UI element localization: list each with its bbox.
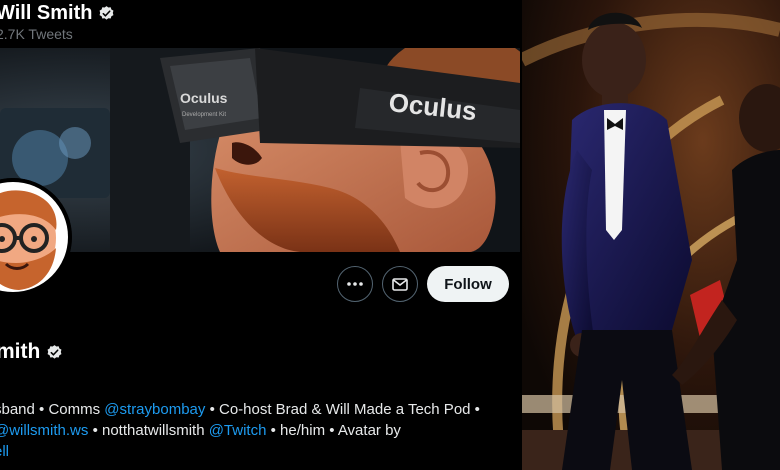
bio-line-2: @willsmith.ws • notthatwillsmith @Twitch… (0, 420, 514, 441)
bio-avatar-credit-link[interactable]: ell (0, 443, 9, 460)
profile-bio: sband • Comms @straybombay • Co-host Bra… (0, 399, 514, 462)
stage-photo (522, 0, 780, 470)
bio-text: • he/him • Avatar by (266, 422, 401, 439)
twitter-profile-panel: Will Smith 2.7K Tweets Oculus Developmen… (0, 0, 520, 470)
verified-badge-icon (100, 6, 114, 20)
header-display-name: Will Smith (0, 2, 93, 24)
profile-header: Will Smith 2.7K Tweets (0, 0, 520, 48)
more-icon (347, 282, 363, 286)
profile-name: mith (0, 340, 41, 363)
bio-website-link[interactable]: @willsmith.ws (0, 422, 88, 439)
mail-icon (392, 278, 408, 291)
header-name-row: Will Smith (0, 2, 115, 25)
bio-twitch-link[interactable]: @Twitch (209, 422, 267, 439)
profile-banner[interactable]: Oculus Development Kit Oculus (0, 48, 520, 252)
oscars-photo (522, 0, 780, 470)
bio-text: • notthatwillsmith (88, 422, 209, 439)
bio-mention-link[interactable]: @straybombay (104, 401, 205, 418)
verified-badge-icon (47, 344, 62, 359)
bio-line-1: sband • Comms @straybombay • Co-host Bra… (0, 399, 514, 420)
headset-subtitle: Development Kit (182, 112, 226, 118)
banner-photo: Oculus Development Kit Oculus (0, 48, 520, 252)
follow-button[interactable]: Follow (427, 266, 509, 302)
profile-name-row: mith (0, 340, 63, 364)
message-button[interactable] (382, 266, 418, 302)
bio-text: sband • Comms (0, 401, 105, 418)
bio-line-3: ell (0, 441, 514, 462)
headset-logo-small: Oculus (180, 90, 228, 106)
tweet-count: 2.7K Tweets (0, 26, 73, 42)
more-options-button[interactable] (337, 266, 373, 302)
bio-text: • Co-host Brad & Will Made a Tech Pod • (205, 401, 480, 418)
